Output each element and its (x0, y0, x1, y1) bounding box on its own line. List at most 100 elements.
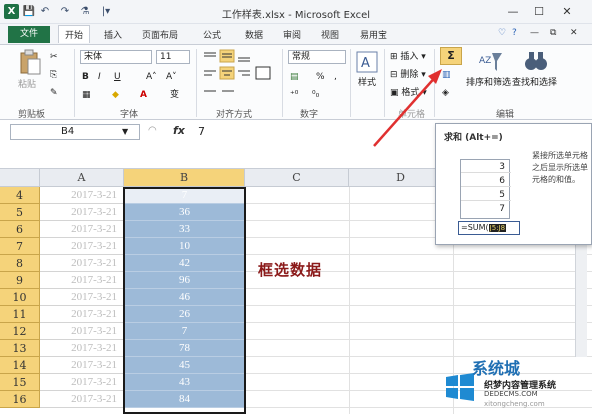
underline-button[interactable]: U (114, 71, 121, 83)
watermark-brand: 系统城 (472, 359, 521, 378)
cell-a[interactable]: 2017-3-21 (40, 221, 124, 238)
font-color-icon[interactable]: A (140, 89, 147, 101)
gridline (245, 288, 592, 289)
column-header-b[interactable]: B (124, 169, 245, 187)
tab-easy-tools[interactable]: 易用宝 (360, 28, 387, 41)
row-header[interactable]: 7 (0, 238, 40, 255)
italic-button[interactable]: I (98, 71, 101, 83)
row-header[interactable]: 8 (0, 255, 40, 272)
gridline (461, 200, 511, 201)
cancel-formula-icon[interactable]: ◠ (148, 125, 157, 136)
gridline (245, 305, 592, 306)
tooltip-sample-formula: =SUM(J5:J8 (458, 221, 520, 235)
insert-function-icon[interactable]: fx (173, 124, 185, 137)
clipboard-group-label: 剪贴板 (18, 110, 46, 120)
column-header-a[interactable]: A (40, 169, 124, 187)
tab-page-layout[interactable]: 页面布局 (142, 28, 178, 41)
paste-button[interactable]: 粘贴 (18, 79, 36, 91)
row-header[interactable]: 13 (0, 340, 40, 357)
select-all-corner[interactable] (0, 169, 40, 187)
cell-a[interactable]: 2017-3-21 (40, 357, 124, 374)
number-format-select[interactable]: 常规 (288, 50, 346, 64)
tab-home[interactable]: 开始 (58, 25, 91, 43)
cut-icon[interactable]: ✂ (50, 51, 58, 63)
currency-icon[interactable]: ▤ (290, 71, 299, 83)
row-header[interactable]: 14 (0, 357, 40, 374)
format-brush-icon[interactable]: ✎ (50, 87, 58, 99)
close-workbook-icon[interactable]: ✕ (570, 28, 578, 38)
cell-a[interactable]: 2017-3-21 (40, 272, 124, 289)
cell-a[interactable]: 2017-3-21 (40, 204, 124, 221)
find-select-button[interactable]: 查找和选择 (512, 77, 557, 89)
ribbon-tabs: 文件 开始 插入 页面布局 公式 数据 审阅 视图 易用宝 ♡ ? — ⧉ ✕ (0, 24, 592, 44)
tab-view[interactable]: 视图 (321, 28, 339, 41)
minimize-button[interactable]: — (502, 4, 524, 20)
cell-a[interactable]: 2017-3-21 (40, 238, 124, 255)
grow-font-button[interactable]: A˄ (146, 71, 157, 83)
chevron-down-icon[interactable]: ▼ (122, 127, 128, 136)
restore-window-icon[interactable]: ⧉ (550, 28, 556, 38)
cell-a[interactable]: 2017-3-21 (40, 374, 124, 391)
decrease-decimal-icon[interactable]: ⁰₀ (312, 89, 319, 101)
maximize-button[interactable]: ☐ (528, 4, 550, 20)
tab-data[interactable]: 数据 (245, 28, 263, 41)
alignment-buttons[interactable] (202, 49, 274, 105)
font-size-select[interactable]: 11 (156, 50, 190, 64)
shrink-font-button[interactable]: A˅ (166, 71, 177, 83)
name-box[interactable]: B4 (10, 124, 140, 140)
row-header[interactable]: 11 (0, 306, 40, 323)
bold-button[interactable]: B (82, 71, 89, 83)
heart-icon[interactable]: ♡ (498, 28, 506, 38)
watermark: 系统城 织梦内容管理系统 DEDECMS.COM xitongcheng.com (440, 355, 592, 414)
find-binoculars-icon[interactable] (524, 49, 548, 73)
cell-a[interactable]: 2017-3-21 (40, 340, 124, 357)
tab-insert[interactable]: 插入 (104, 28, 122, 41)
row-header[interactable]: 6 (0, 221, 40, 238)
sort-filter-icon[interactable]: AZ (478, 49, 504, 75)
row-header[interactable]: 15 (0, 374, 40, 391)
gridline (461, 186, 511, 187)
percent-button[interactable]: % (316, 71, 325, 83)
tab-formulas[interactable]: 公式 (203, 28, 221, 41)
help-icon[interactable]: ? (512, 28, 517, 38)
increase-decimal-icon[interactable]: ⁺⁰ (290, 89, 298, 101)
row-header[interactable]: 4 (0, 187, 40, 204)
sample-value: 7 (499, 204, 505, 214)
formula-input[interactable]: 7 (198, 125, 205, 138)
title-bar: X 💾 ↶ ↷ ⚗ |▾ 工作样表.xlsx - Microsoft Excel… (0, 0, 592, 24)
ribbon-separator (350, 49, 351, 117)
autosum-tooltip: 求和 (Alt+=) 3 6 5 7 =SUM(J5:J8 紧接所选单元格之后显… (435, 123, 592, 245)
ribbon-minimize-icon[interactable]: — (530, 28, 539, 38)
gridline (245, 339, 592, 340)
row-header[interactable]: 12 (0, 323, 40, 340)
tooltip-description: 紧接所选单元格之后显示所选单元格的和值。 (532, 151, 588, 184)
row-header[interactable]: 16 (0, 391, 40, 408)
gridline (245, 254, 592, 255)
alignment-group-label: 对齐方式 (216, 110, 253, 120)
row-header[interactable]: 9 (0, 272, 40, 289)
close-button[interactable]: ✕ (556, 4, 578, 20)
border-icon[interactable]: ▦ (82, 89, 91, 101)
svg-text:A: A (361, 56, 370, 71)
tab-review[interactable]: 审阅 (283, 28, 301, 41)
tab-file[interactable]: 文件 (8, 26, 50, 43)
cell-a[interactable]: 2017-3-21 (40, 323, 124, 340)
cell-a[interactable]: 2017-3-21 (40, 391, 124, 408)
copy-icon[interactable]: ⎘ (50, 69, 57, 81)
comma-button[interactable]: , (334, 71, 337, 83)
cell-a[interactable]: 2017-3-21 (40, 289, 124, 306)
sample-value: 5 (499, 190, 505, 200)
row-header[interactable]: 5 (0, 204, 40, 221)
font-name-select[interactable]: 宋体 (80, 50, 152, 64)
row-header[interactable]: 10 (0, 289, 40, 306)
sort-filter-button[interactable]: 排序和筛选 (466, 77, 511, 89)
cell-a[interactable]: 2017-3-21 (40, 306, 124, 323)
fill-color-icon[interactable]: ◆ (112, 89, 119, 101)
ribbon: 粘贴 ✂ ⎘ ✎ 剪贴板 宋体 11 B I U A˄ A˅ ▦ ◆ A 变 字… (0, 44, 592, 120)
column-header-c[interactable]: C (245, 169, 349, 187)
cell-a[interactable]: 2017-3-21 (40, 187, 124, 204)
phonetic-button[interactable]: 变 (170, 89, 179, 101)
paste-icon[interactable] (18, 49, 42, 77)
cell-a[interactable]: 2017-3-21 (40, 255, 124, 272)
gridline (461, 172, 511, 173)
